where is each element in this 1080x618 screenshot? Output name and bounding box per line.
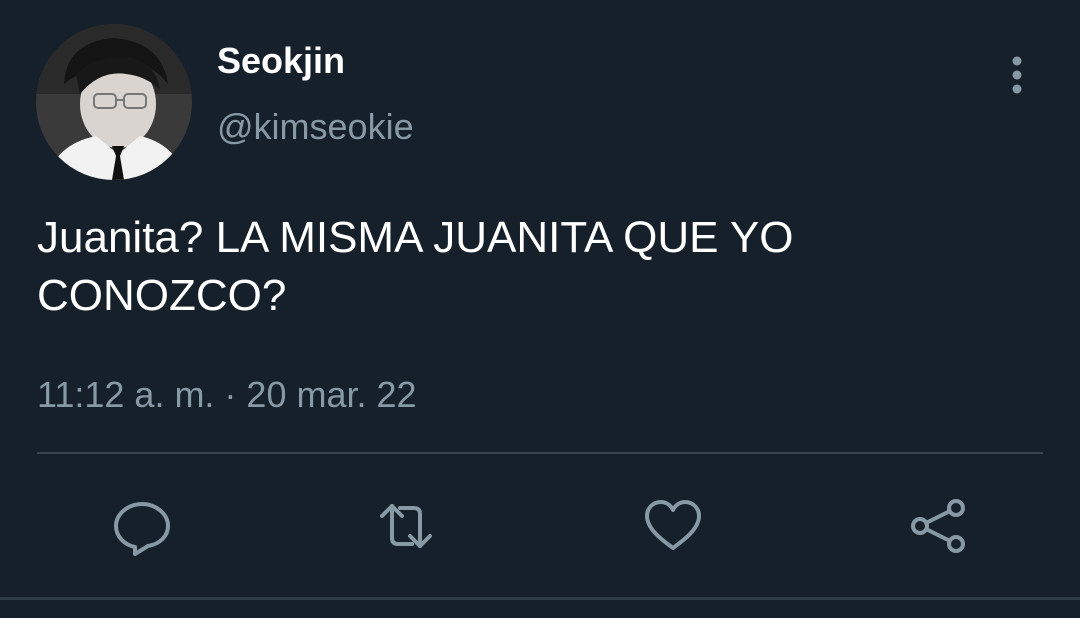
user-handle[interactable]: @kimseokie bbox=[217, 106, 414, 148]
display-name[interactable]: Seokjin bbox=[217, 40, 345, 82]
tweet-card: Seokjin @kimseokie Juanita? LA MISMA JUA… bbox=[0, 0, 1080, 618]
more-options-button[interactable] bbox=[996, 52, 1038, 98]
like-button[interactable] bbox=[643, 496, 703, 556]
tweet-timestamp[interactable]: 11:12 a. m. · 20 mar. 22 bbox=[37, 374, 417, 416]
bottom-divider bbox=[0, 597, 1080, 600]
share-button[interactable] bbox=[908, 496, 968, 556]
vertical-dots-icon bbox=[1012, 56, 1022, 94]
avatar[interactable] bbox=[36, 24, 192, 180]
divider bbox=[37, 452, 1043, 454]
retweet-button[interactable] bbox=[376, 496, 436, 556]
reply-bubble-icon bbox=[114, 502, 170, 556]
avatar-image bbox=[36, 24, 192, 180]
reply-button[interactable] bbox=[112, 496, 172, 556]
tweet-text: Juanita? LA MISMA JUANITA QUE YO CONOZCO… bbox=[37, 213, 794, 320]
heart-icon bbox=[645, 500, 701, 550]
share-icon bbox=[911, 499, 965, 553]
retweet-icon bbox=[380, 504, 432, 548]
